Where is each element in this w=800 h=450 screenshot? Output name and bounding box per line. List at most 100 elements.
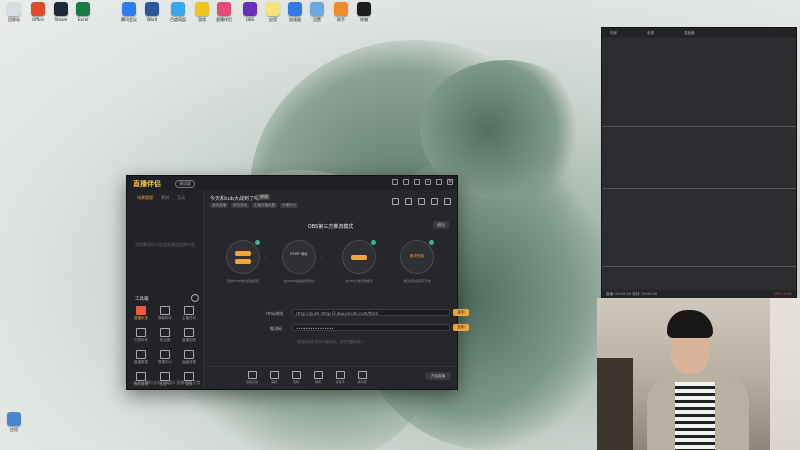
background-window — [770, 298, 800, 450]
record-icon[interactable] — [405, 198, 412, 205]
desktop-shortcut[interactable]: Office — [27, 2, 49, 28]
close-icon[interactable]: × — [447, 179, 453, 185]
divider — [602, 266, 796, 267]
desktop-shortcut-label: 直播伴侣 — [216, 17, 232, 22]
step-caption: 复制RTMP地址和推流码 — [226, 279, 260, 283]
tag[interactable]: 单机游戏 — [231, 203, 249, 208]
interaction-button[interactable]: 直播互动 — [244, 371, 260, 384]
button-label: 麦克风 — [335, 380, 345, 384]
rtmp-label: rtmp地址 — [266, 311, 284, 316]
desktop-shortcut[interactable]: OBS — [239, 2, 261, 28]
tool-icon — [136, 328, 146, 337]
stream-key-field[interactable]: •••••••••••••••• — [292, 324, 450, 331]
copy-key-button[interactable]: 复制 — [453, 324, 469, 331]
step-caption: 在OBS点击开始推流 — [345, 279, 373, 283]
comment-icon — [313, 371, 323, 379]
desktop-shortcut[interactable]: 百度网盘 — [167, 2, 189, 28]
tool-icon — [160, 306, 170, 315]
toolbox-settings-icon[interactable] — [191, 294, 199, 302]
desktop-shortcut-label: 百度网盘 — [170, 17, 186, 22]
step-pill — [351, 255, 367, 260]
check-icon — [371, 240, 376, 245]
tool-item[interactable]: 直播回放 — [179, 328, 199, 343]
desktop-shortcut-label: Excel — [77, 17, 89, 22]
desktop-shortcut-label: 加速器 — [289, 17, 301, 22]
minimize-icon[interactable]: – — [425, 179, 431, 185]
desktop-shortcut[interactable]: Steam — [50, 2, 72, 28]
desktop-shortcut[interactable]: 应用 — [3, 412, 25, 438]
preview-canvas[interactable] — [602, 38, 796, 290]
desktop-shortcut[interactable]: 腾讯会议 — [118, 2, 140, 28]
desktop-shortcut[interactable]: Excel — [72, 2, 94, 28]
tool-item[interactable]: 粉丝团 — [155, 328, 175, 343]
header-mixer[interactable]: 混音器 — [684, 28, 695, 38]
desktop-shortcut[interactable]: 终端 — [353, 2, 375, 28]
app-icon — [54, 2, 68, 16]
cpu-usage: CPU: 2.0% — [773, 292, 792, 296]
desktop-shortcut[interactable]: 直播伴侣 — [213, 2, 235, 28]
sound-effect-button[interactable]: 音效 — [288, 371, 304, 384]
go-live-button[interactable]: 开始直播 — [425, 372, 451, 380]
tool-icon — [184, 350, 194, 359]
tool-item[interactable]: 主播任务 — [179, 306, 199, 321]
bell-icon[interactable] — [431, 198, 438, 205]
step-caption: 在OBS中粘贴推流地址 — [283, 279, 315, 283]
desktop-shortcut[interactable]: 应用 — [262, 2, 284, 28]
tool-item[interactable]: 直播数据 — [131, 350, 151, 365]
microphone-button[interactable]: 麦克风 — [332, 371, 348, 384]
tool-label: 粉丝团 — [159, 338, 171, 342]
step-rtmp: RTMP 地址 在OBS中粘贴推流地址 — [282, 240, 316, 283]
desktop-shortcut[interactable]: 加速器 — [284, 2, 306, 28]
button-label: 音效 — [292, 380, 299, 384]
app-icon — [266, 2, 280, 16]
desktop-shortcut[interactable]: 助手 — [330, 2, 352, 28]
chat-icon — [247, 371, 257, 379]
hint-text: 推流码仅在本次开播有效，请勿泄露给他人 — [297, 340, 364, 344]
tab-interaction[interactable]: 互动 — [177, 195, 185, 201]
desktop-shortcut[interactable]: 设置 — [306, 2, 328, 28]
rtmp-address-field[interactable]: rtmp://push-rtmp-l3.douyincdn.com/third — [292, 309, 450, 316]
desktop-shortcut[interactable]: 游戏 — [191, 2, 213, 28]
tool-item[interactable]: 礼物特效 — [131, 328, 151, 343]
tab-scenes[interactable]: 场景管理 — [137, 195, 153, 201]
beauty-icon — [269, 371, 279, 379]
settings-icon[interactable] — [414, 179, 420, 185]
danmaku-button[interactable]: 弹幕 — [310, 371, 326, 384]
exit-button[interactable]: 退出 — [433, 221, 449, 229]
app-icon — [195, 2, 209, 16]
screen-icon[interactable] — [392, 198, 399, 205]
version-badge: 测试版 — [175, 180, 195, 188]
header-sources[interactable]: 来源 — [647, 28, 654, 38]
tool-item[interactable]: 弹幕助手 — [155, 306, 175, 321]
app-icon — [31, 2, 45, 16]
message-icon[interactable] — [403, 179, 409, 185]
header-scenes[interactable]: 场景 — [610, 28, 617, 38]
divider — [602, 188, 796, 189]
speaker-button[interactable]: 扬声器 — [354, 371, 370, 384]
tool-item[interactable]: 高级设置 — [179, 350, 199, 365]
desktop-shortcut-label: 应用 — [10, 427, 18, 432]
desktop-shortcut-label: 设置 — [313, 17, 321, 22]
tool-item[interactable]: 数据中心 — [155, 350, 175, 365]
copy-rtmp-button[interactable]: 复制 — [453, 309, 469, 316]
tag[interactable]: 主播开播设置 — [252, 203, 277, 208]
desktop-shortcut[interactable]: 回收站 — [3, 2, 25, 28]
app-icon — [310, 2, 324, 16]
tag[interactable]: 游戏直播 — [210, 203, 228, 208]
layout-icon[interactable] — [418, 198, 425, 205]
app-icon — [76, 2, 90, 16]
edit-title-button[interactable]: 修改 — [258, 194, 270, 200]
live-room-title[interactable]: 今天和sub大战到了吗~ — [210, 195, 263, 202]
background-shelf — [597, 358, 633, 450]
desktop-shortcut[interactable]: Word — [141, 2, 163, 28]
tool-item[interactable]: 直播玩法 — [131, 306, 151, 321]
maximize-icon[interactable] — [436, 179, 442, 185]
tag[interactable]: 开播时长 — [280, 203, 298, 208]
bottom-toolbar: 直播互动 美颜 音效 弹幕 麦克风 扬声器 开始直播 — [204, 366, 457, 389]
app-icon — [145, 2, 159, 16]
share-icon[interactable] — [444, 198, 451, 205]
tab-sources[interactable]: 素材 — [161, 195, 169, 201]
beauty-button[interactable]: 美颜 — [266, 371, 282, 384]
avatar-icon[interactable] — [392, 179, 398, 185]
check-icon — [429, 240, 434, 245]
